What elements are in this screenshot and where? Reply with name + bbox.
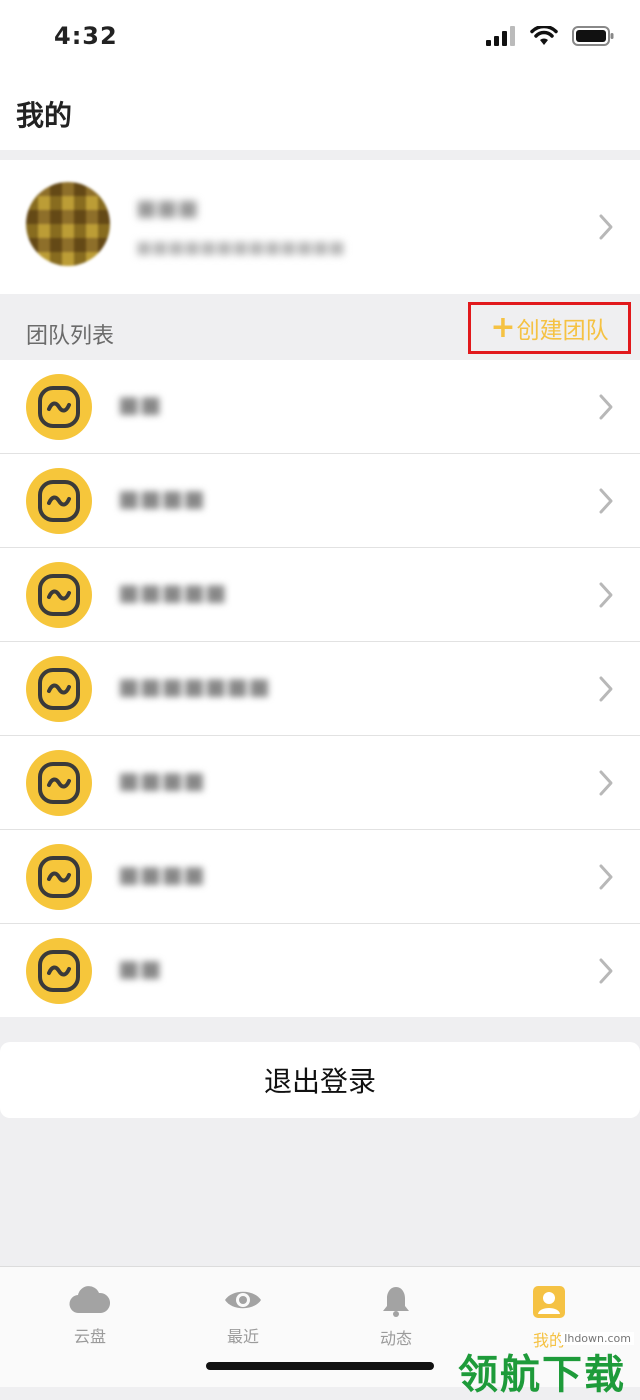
team-row[interactable]: ■■ <box>0 360 640 453</box>
tab-label: 最近 <box>226 1327 259 1346</box>
chevron-right-icon <box>599 770 613 796</box>
home-indicator <box>206 1362 434 1370</box>
chevron-right-icon <box>599 864 613 890</box>
team-icon <box>26 938 92 1004</box>
logout-button[interactable]: 退出登录 <box>0 1042 640 1118</box>
section-title: 团队列表 <box>26 324 115 349</box>
status-icons <box>486 26 614 46</box>
team-name: ■■ <box>118 956 162 982</box>
tab-activity[interactable]: 动态 <box>346 1285 446 1349</box>
create-team-button[interactable]: + 创建团队 <box>468 302 631 354</box>
eye-icon <box>225 1291 261 1309</box>
tab-label: 动态 <box>379 1329 412 1348</box>
team-name: ■■■■■ <box>118 580 227 606</box>
profile-name: ■■■ <box>136 196 199 221</box>
profile-card[interactable]: ■■■ ■■■■■■■■■■■■■ <box>0 160 640 294</box>
team-row[interactable]: ■■■■■ <box>0 547 640 641</box>
team-list: ■■ ■■■■ ■■■■■ ■■■■■■■ ■■■■ ■■■■ ■■ <box>0 360 640 1017</box>
chevron-right-icon <box>599 582 613 608</box>
chevron-right-icon <box>599 214 613 240</box>
wifi-icon <box>530 26 558 45</box>
team-row[interactable]: ■■ <box>0 923 640 1017</box>
team-row[interactable]: ■■■■■■■ <box>0 641 640 735</box>
chevron-right-icon <box>599 676 613 702</box>
team-icon <box>26 374 92 440</box>
team-icon <box>26 468 92 534</box>
team-row[interactable]: ■■■■ <box>0 829 640 923</box>
tab-cloud[interactable]: 云盘 <box>40 1285 140 1347</box>
tab-recent[interactable]: 最近 <box>193 1285 293 1347</box>
avatar <box>26 182 110 266</box>
page-title: 我的 <box>16 99 73 132</box>
team-name: ■■■■ <box>118 768 205 794</box>
watermark: lhdown.com 领航下载 <box>456 1316 640 1398</box>
chevron-right-icon <box>599 394 613 420</box>
cloud-icon <box>69 1286 111 1314</box>
plus-icon: + <box>490 310 516 345</box>
team-name: ■■ <box>118 392 162 418</box>
status-time: 4:32 <box>54 22 118 50</box>
chevron-right-icon <box>599 488 613 514</box>
team-row[interactable]: ■■■■ <box>0 735 640 829</box>
team-icon <box>26 750 92 816</box>
create-team-label: 创建团队 <box>516 318 609 344</box>
team-name: ■■■■ <box>118 486 205 512</box>
team-row[interactable]: ■■■■ <box>0 453 640 547</box>
person-icon <box>533 1286 565 1318</box>
signal-icon <box>486 26 515 46</box>
team-icon <box>26 656 92 722</box>
team-icon <box>26 562 92 628</box>
team-list-header: 团队列表 + 创建团队 <box>0 296 640 360</box>
watermark-text: 领航下载 <box>458 1352 626 1398</box>
profile-subtitle: ■■■■■■■■■■■■■ <box>136 238 345 258</box>
battery-icon <box>572 26 614 46</box>
bell-icon <box>383 1287 409 1317</box>
team-icon <box>26 844 92 910</box>
chevron-right-icon <box>599 958 613 984</box>
tab-label: 云盘 <box>73 1327 106 1346</box>
nav-bar: 我的 <box>0 80 640 150</box>
status-bar: 4:32 <box>0 0 640 80</box>
team-name: ■■■■■■■ <box>118 674 271 700</box>
team-name: ■■■■ <box>118 862 205 888</box>
